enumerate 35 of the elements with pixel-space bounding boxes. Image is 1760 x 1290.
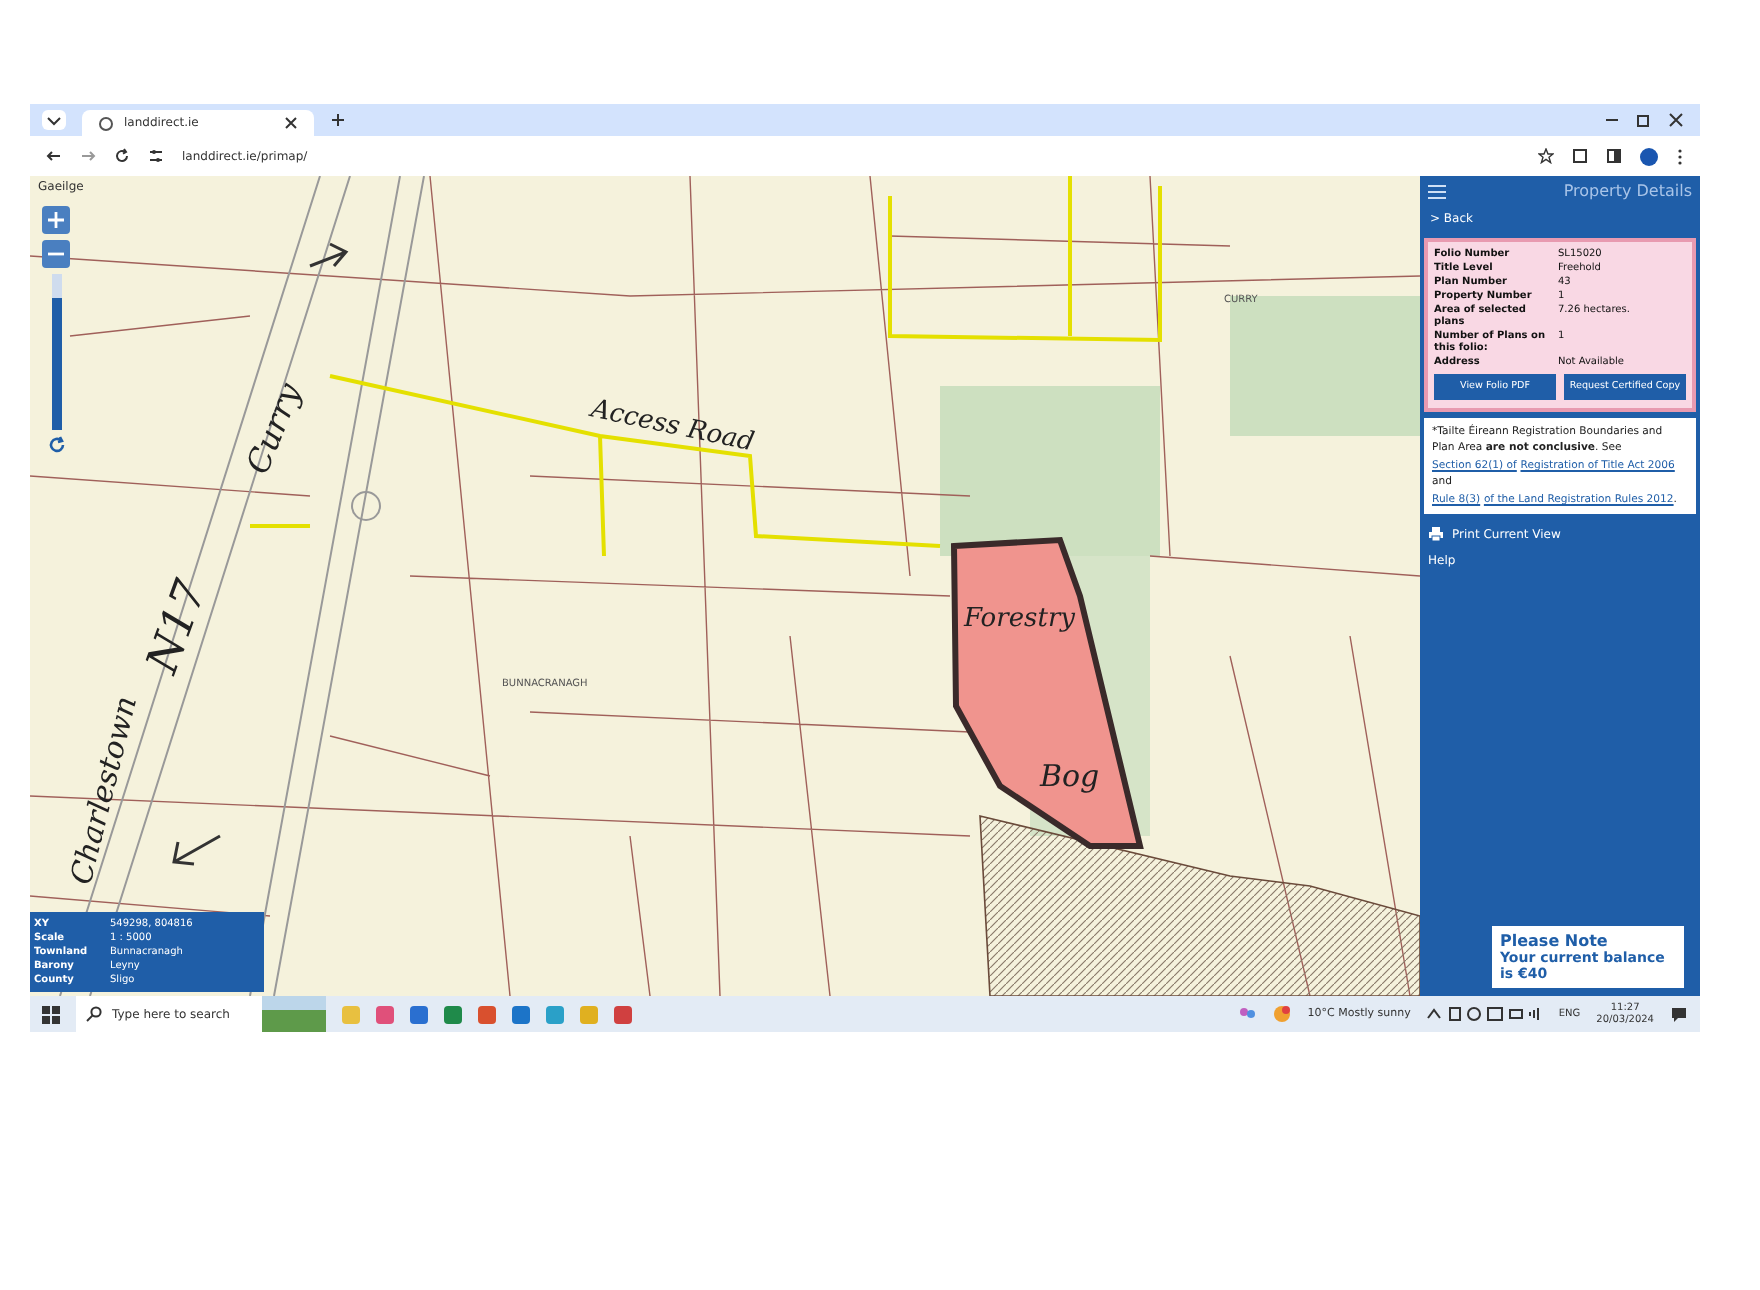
menu-icon[interactable] [1428, 183, 1446, 199]
arrow-drawing [308, 242, 349, 268]
close-tab-icon[interactable] [284, 116, 298, 130]
tab-list-icon[interactable] [42, 110, 66, 130]
sidebar-icon[interactable] [1606, 148, 1622, 164]
zoom-in-button[interactable] [42, 206, 70, 234]
zoom-slider[interactable] [51, 274, 61, 430]
handwritten-label: N17 [138, 574, 218, 681]
close-icon[interactable] [1668, 112, 1684, 128]
handwritten-label: Access Road [588, 394, 757, 459]
start-icon[interactable] [42, 1005, 60, 1023]
landscape-picture [262, 996, 326, 1032]
reload-icon[interactable] [114, 148, 130, 164]
star-icon[interactable] [1538, 148, 1554, 164]
weather-icon[interactable] [1271, 1004, 1292, 1024]
reset-icon[interactable] [47, 436, 65, 454]
panel-title: Property Details [1563, 182, 1692, 200]
printer-icon [1428, 526, 1444, 543]
arrow-drawing [172, 834, 222, 866]
handwritten-label: Bog [1040, 758, 1100, 794]
back-arrow-icon[interactable] [46, 148, 62, 164]
notification-icon[interactable] [1670, 1005, 1688, 1023]
profile-avatar-icon[interactable] [1640, 147, 1658, 165]
site-settings-icon[interactable] [148, 148, 164, 164]
search-icon [86, 1006, 102, 1022]
tray-icons-drawing[interactable] [1426, 1006, 1543, 1022]
handwritten-label: Forestry [964, 604, 1075, 634]
note-title: Please Note [1500, 932, 1610, 950]
forward-arrow-icon[interactable] [80, 148, 96, 164]
new-tab-icon[interactable] [330, 112, 346, 128]
zoom-out-button[interactable] [42, 240, 70, 268]
people-icon[interactable] [1237, 1006, 1256, 1022]
restore-icon[interactable] [1636, 112, 1652, 128]
plus-icon [48, 212, 64, 228]
more-options-icon[interactable] [1676, 147, 1684, 165]
